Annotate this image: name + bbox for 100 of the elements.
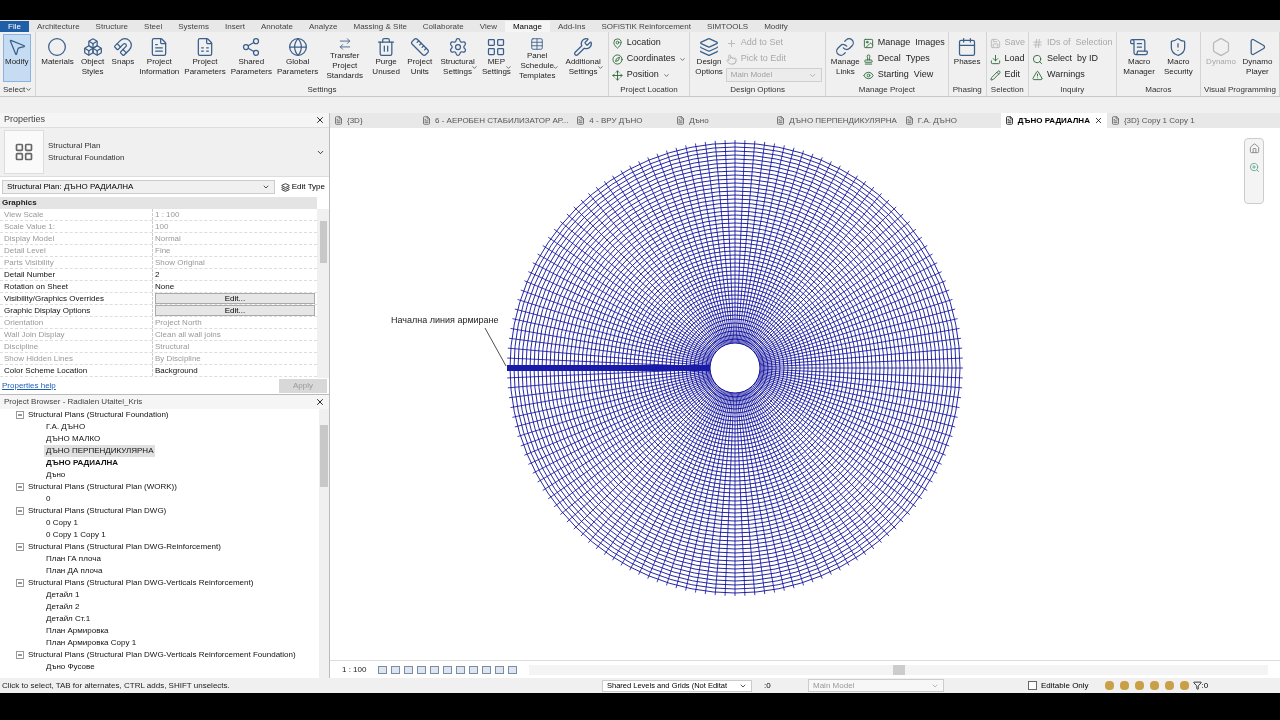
- ribbon-button[interactable]: Project Parameters: [182, 34, 228, 82]
- ribbon-small-button[interactable]: Location: [611, 36, 687, 50]
- tree-item[interactable]: План Армировка: [44, 625, 111, 637]
- ribbon-button[interactable]: Manage Links: [828, 34, 862, 82]
- tree-item[interactable]: ДЪНО ПЕРПЕНДИКУЛЯРНА: [44, 445, 156, 457]
- ribbon-small-button[interactable]: Select by ID: [1032, 52, 1113, 66]
- tree-item[interactable]: Детайл 2: [44, 601, 82, 613]
- close-icon[interactable]: [315, 397, 325, 407]
- tree-item[interactable]: ДЪНО МАЛКО: [44, 433, 103, 445]
- ribbon-button[interactable]: Design Options: [693, 34, 725, 82]
- property-value[interactable]: None: [153, 281, 317, 292]
- ribbon-button[interactable]: Shared Parameters: [228, 34, 274, 82]
- collapse-icon[interactable]: [16, 483, 24, 491]
- ribbon-button[interactable]: Panel Schedule Templates: [513, 34, 561, 82]
- ribbon-small-button[interactable]: Edit: [989, 68, 1026, 82]
- menu-tab[interactable]: SIMTOOLS: [698, 21, 757, 32]
- ribbon-button[interactable]: Object Styles: [76, 34, 109, 82]
- menu-tab[interactable]: Collaborate: [414, 21, 472, 32]
- ribbon-small-button[interactable]: Decal Types: [862, 52, 945, 66]
- menu-tab[interactable]: Architecture: [28, 21, 88, 32]
- tree-item[interactable]: Детайл Ст.1: [44, 613, 93, 625]
- menu-tab[interactable]: SOFiSTiK Reinforcement: [593, 21, 699, 32]
- ribbon-button[interactable]: Phases: [951, 34, 983, 82]
- ribbon-button[interactable]: Snaps: [109, 34, 137, 82]
- ribbon-button[interactable]: MEP Settings: [479, 34, 513, 82]
- ribbon-button[interactable]: Project Units: [404, 34, 436, 82]
- ribbon-small-button[interactable]: Load: [989, 52, 1026, 66]
- ribbon-button[interactable]: Materials: [39, 34, 76, 82]
- caret-icon[interactable]: [25, 86, 33, 93]
- tree-group[interactable]: Structural Plans (Structural Plan DWG-Verticals Reinforcement Foundation): [28, 649, 296, 661]
- navigation-bar[interactable]: [1244, 138, 1264, 204]
- group-header[interactable]: Graphics: [2, 197, 37, 209]
- view-controls[interactable]: [378, 665, 518, 674]
- menu-tab[interactable]: Insert: [216, 21, 253, 32]
- document-tab[interactable]: Г.А. ДЪНО: [900, 113, 1001, 128]
- ribbon-button[interactable]: Macro Security: [1159, 34, 1198, 82]
- menu-tab[interactable]: Annotate: [252, 21, 301, 32]
- ribbon-small-button[interactable]: Coordinates: [611, 52, 687, 66]
- editable-only-checkbox[interactable]: [1028, 681, 1037, 690]
- instance-dropdown[interactable]: Structural Plan: ДЪНО РАДИАЛНА: [2, 180, 275, 194]
- filter-icon[interactable]: [1192, 681, 1202, 690]
- tree-item[interactable]: Детайл 1: [44, 589, 82, 601]
- menu-tab[interactable]: File: [0, 21, 29, 32]
- document-tab[interactable]: 4 - ВРУ ДЪНО: [572, 113, 673, 128]
- ribbon-button[interactable]: Transfer Project Standards: [321, 34, 368, 82]
- tree-item[interactable]: План Армировка Copy 1: [44, 637, 139, 649]
- scrollbar[interactable]: [529, 664, 1268, 675]
- ribbon-button[interactable]: Purge Unused: [369, 34, 404, 82]
- tree-item[interactable]: Г.А. ДЪНО: [44, 421, 88, 433]
- ribbon-button[interactable]: Dynamo Player: [1238, 34, 1276, 82]
- ribbon-small-button[interactable]: Position: [611, 68, 687, 82]
- help-link[interactable]: Properties help: [2, 380, 56, 392]
- close-icon[interactable]: [1093, 116, 1103, 125]
- menu-tab[interactable]: View: [471, 21, 505, 32]
- document-tab[interactable]: ДЪНО РАДИАЛНА: [1000, 113, 1107, 128]
- edit-type-button[interactable]: Edit Type: [278, 181, 327, 193]
- collapse-icon[interactable]: [16, 579, 24, 587]
- collapse-icon[interactable]: [16, 543, 24, 551]
- tree-group[interactable]: Structural Plans (Structural Plan (WORK)): [28, 481, 177, 493]
- document-tab[interactable]: {3D}: [330, 113, 418, 128]
- tree-group[interactable]: Structural Plans (Structural Plan DWG-Verticals Reinforcement): [28, 577, 254, 589]
- tree-item[interactable]: 0: [44, 493, 53, 505]
- close-icon[interactable]: [315, 115, 325, 125]
- menu-tab[interactable]: Massing & Site: [345, 21, 415, 32]
- document-tab[interactable]: ДЪНО ПЕРПЕНДИКУЛЯРНА: [772, 113, 901, 128]
- menu-tab[interactable]: Systems: [170, 21, 217, 32]
- ribbon-small-button[interactable]: Manage Images: [862, 36, 945, 50]
- tree-item[interactable]: Дъно Фусове: [44, 661, 97, 673]
- tree-group[interactable]: Structural Plans (Structural Foundation): [28, 409, 169, 421]
- tree-item[interactable]: 0 Copy 1: [44, 517, 81, 529]
- tree-item[interactable]: План ДА плоча: [44, 565, 105, 577]
- menu-tab[interactable]: Manage: [504, 21, 550, 32]
- menu-tab[interactable]: Steel: [136, 21, 171, 32]
- tree-group[interactable]: Structural Plans (Structural Plan DWG): [28, 505, 167, 517]
- ribbon-button[interactable]: Additional Settings: [561, 34, 605, 82]
- collapse-icon[interactable]: [16, 651, 24, 659]
- tree-group[interactable]: Structural Plans (Structural Plan DWG-Reinforcement): [28, 541, 221, 553]
- document-tab[interactable]: Дъно: [672, 113, 773, 128]
- tree-item[interactable]: Дъно: [44, 469, 68, 481]
- tree-item[interactable]: 0 Copy 1 Copy 1: [44, 529, 108, 541]
- collapse-icon[interactable]: [16, 507, 24, 515]
- ribbon-button[interactable]: Project Information: [137, 34, 182, 82]
- collapse-icon[interactable]: [16, 411, 24, 419]
- selection-toggles[interactable]: [1104, 681, 1189, 690]
- document-tab[interactable]: {3D} Copy 1 Copy 1: [1106, 113, 1207, 128]
- ribbon-button[interactable]: Macro Manager: [1119, 34, 1159, 82]
- document-tab[interactable]: 6 - АЕРОБЕН СТАБИЛИЗАТОР АР...: [418, 113, 573, 128]
- ribbon-small-button[interactable]: Warnings: [1032, 68, 1113, 82]
- scrollbar[interactable]: [319, 409, 329, 678]
- ribbon-button[interactable]: Modify: [3, 34, 31, 82]
- ribbon-button[interactable]: Global Parameters: [275, 34, 321, 82]
- scrollbar[interactable]: [317, 209, 329, 378]
- view-scale[interactable]: 1 : 100: [342, 663, 367, 676]
- menu-tab[interactable]: Add-Ins: [549, 21, 594, 32]
- edit-button[interactable]: Edit...: [155, 293, 315, 304]
- property-value[interactable]: 2: [153, 269, 317, 280]
- edit-button[interactable]: Edit...: [155, 305, 315, 316]
- panel-title[interactable]: Select: [3, 83, 26, 96]
- ribbon-small-button[interactable]: Starting View: [862, 68, 945, 82]
- ribbon-button[interactable]: Structural Settings: [436, 34, 479, 82]
